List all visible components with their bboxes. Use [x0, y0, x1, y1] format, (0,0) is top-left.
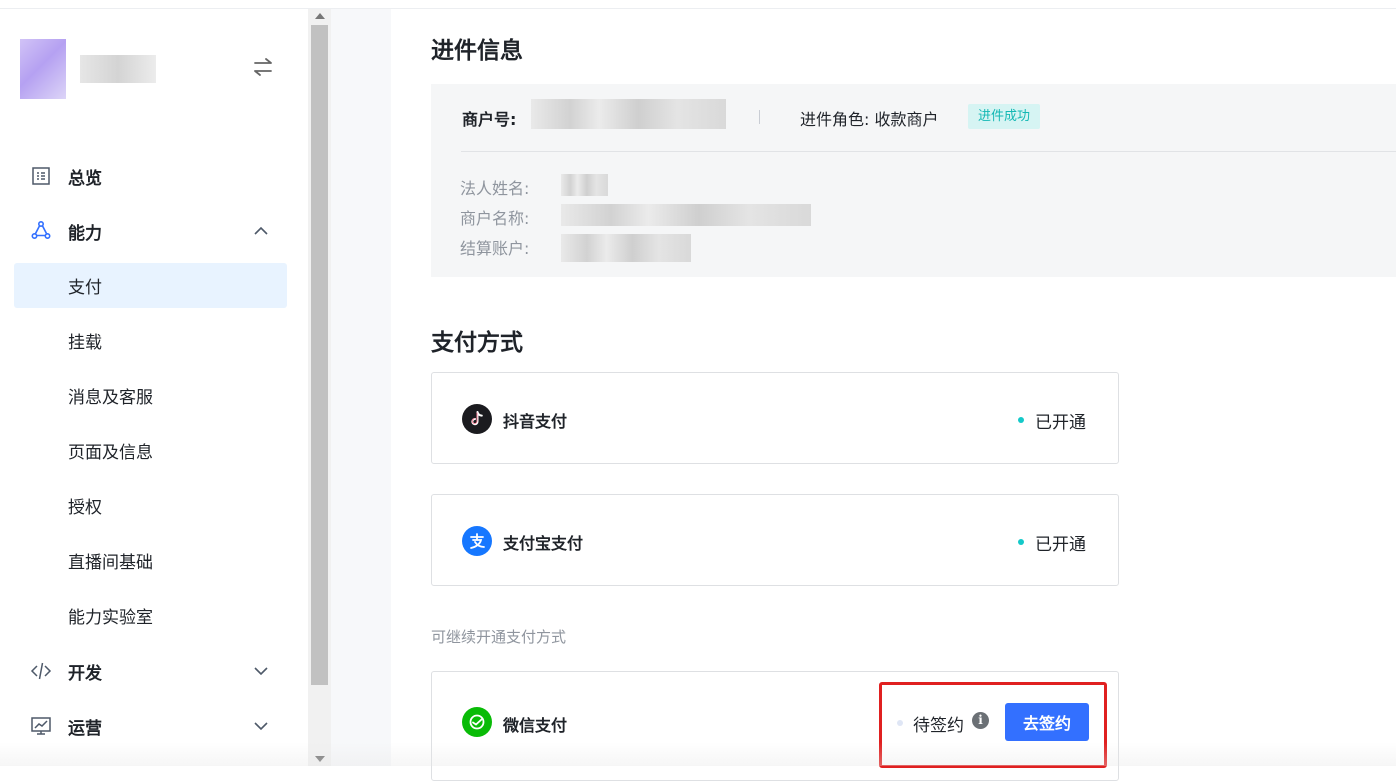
payment-status: 已开通: [1035, 413, 1086, 433]
sidebar-item-payment[interactable]: 支付: [14, 263, 287, 308]
nav-operations-label: 运营: [68, 718, 102, 739]
settlement-account-redacted: [561, 234, 691, 262]
alipay-icon: [462, 526, 492, 556]
nav-develop-label: 开发: [68, 663, 102, 684]
sidebar-item-messages[interactable]: 消息及客服: [14, 373, 287, 418]
chevron-down-icon[interactable]: [252, 717, 270, 735]
capability-icon: [30, 220, 52, 242]
sidebar-item-label: 页面及信息: [68, 443, 153, 463]
chevron-down-icon[interactable]: [252, 662, 270, 680]
divider: [461, 151, 1396, 152]
swap-icon[interactable]: [252, 57, 278, 79]
payment-card-alipay: 支付宝支付 已开通: [431, 494, 1119, 586]
payment-method-name: 微信支付: [503, 716, 568, 735]
sidebar-item-pages[interactable]: 页面及信息: [14, 428, 287, 473]
sidebar-item-label: 挂载: [68, 333, 102, 353]
sidebar-item-lab[interactable]: 能力实验室: [14, 593, 287, 638]
payment-card-douyin: 抖音支付 已开通: [431, 372, 1119, 464]
overview-icon: [30, 165, 52, 187]
status-badge: 进件成功: [968, 104, 1041, 129]
nav-capability[interactable]: 能力: [0, 209, 308, 253]
divider: [759, 110, 760, 124]
status-dot: [1018, 417, 1024, 423]
merchant-id-redacted: [531, 99, 726, 129]
main-content: 进件信息 商户号: 进件角色: 收款商户 进件成功 法人姓名: 商户名称: 结算…: [391, 9, 1396, 781]
sidebar: 总览 能力 支付 挂载 消息及客服 页面及信息 授权 直播间基础 能力实验室 开…: [0, 9, 308, 766]
top-bar: [0, 0, 1396, 9]
code-icon: [30, 660, 52, 682]
payment-method-name: 抖音支付: [503, 412, 568, 431]
nav-overview[interactable]: 总览: [0, 154, 308, 198]
sidebar-item-label: 支付: [68, 278, 102, 298]
sidebar-scrollbar[interactable]: [308, 9, 331, 766]
app-logo: [20, 39, 156, 99]
content-gutter: [331, 9, 391, 766]
merchant-name-redacted: [561, 204, 811, 226]
sidebar-item-label: 能力实验室: [68, 608, 153, 628]
legal-name-redacted: [561, 174, 608, 196]
settlement-account-label: 结算账户:: [460, 239, 530, 258]
nav-develop[interactable]: 开发: [0, 649, 308, 693]
merchant-role: 进件角色: 收款商户: [800, 110, 939, 129]
merchant-info-panel: 商户号: 进件角色: 收款商户 进件成功 法人姓名: 商户名称: 结算账户:: [431, 84, 1396, 277]
merchant-id-label: 商户号:: [462, 110, 517, 129]
sidebar-item-mount[interactable]: 挂载: [14, 318, 287, 363]
payment-status: 已开通: [1035, 535, 1086, 555]
merchant-name-label: 商户名称:: [460, 209, 530, 228]
sidebar-item-label: 消息及客服: [68, 388, 153, 408]
operations-chart-icon: [30, 715, 52, 737]
sidebar-item-label: 授权: [68, 498, 102, 518]
legal-name-label: 法人姓名:: [460, 179, 530, 198]
chevron-up-icon[interactable]: [252, 222, 270, 240]
sidebar-item-label: 直播间基础: [68, 553, 153, 573]
sidebar-item-live-room[interactable]: 直播间基础: [14, 538, 287, 583]
scroll-thumb[interactable]: [311, 25, 328, 685]
scroll-up-arrow-icon[interactable]: [315, 13, 325, 19]
payment-methods-title: 支付方式: [431, 330, 523, 356]
scroll-down-arrow-icon[interactable]: [315, 756, 325, 762]
onboarding-title: 进件信息: [431, 38, 523, 64]
nav-overview-label: 总览: [68, 168, 102, 189]
logo-avatar-blurred: [20, 39, 66, 99]
status-dot: [1018, 539, 1024, 545]
nav-capability-label: 能力: [68, 223, 102, 244]
douyin-icon: [462, 404, 492, 434]
highlight-box: [879, 682, 1107, 768]
payment-method-name: 支付宝支付: [503, 534, 584, 553]
nav-operations[interactable]: 运营: [0, 704, 308, 748]
logo-name-blurred: [80, 55, 156, 83]
wechat-pay-icon: [462, 707, 492, 737]
sidebar-item-authorization[interactable]: 授权: [14, 483, 287, 528]
available-methods-subtitle: 可继续开通支付方式: [431, 628, 567, 646]
